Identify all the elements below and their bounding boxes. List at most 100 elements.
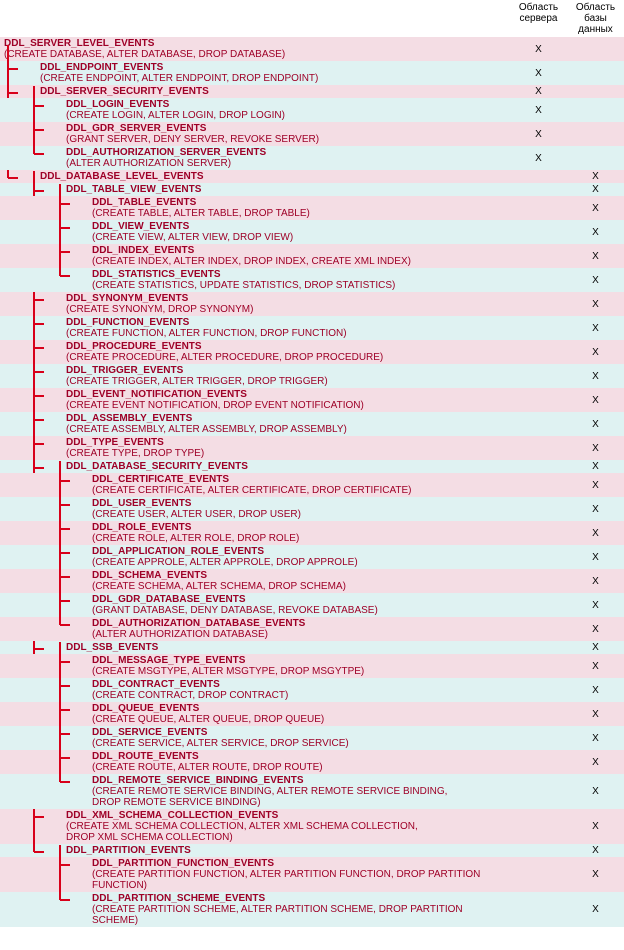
event-group-title: DDL_QUEUE_EVENTS <box>92 703 199 714</box>
event-group-title: DDL_APPLICATION_ROLE_EVENTS <box>92 546 264 557</box>
tree-connector-icon <box>0 292 64 316</box>
event-group-title: DDL_PARTITION_FUNCTION_EVENTS <box>92 858 274 869</box>
tree-connector-icon <box>0 316 64 340</box>
tree-cell: DDL_SYNONYM_EVENTS(CREATE SYNONYM, DROP … <box>0 292 510 316</box>
tree-row-schema: DDL_SCHEMA_EVENTS(CREATE SCHEMA, ALTER S… <box>0 569 624 593</box>
database-scope-mark <box>567 85 624 98</box>
database-scope-mark: X <box>567 844 624 857</box>
server-scope-mark: X <box>510 85 567 98</box>
tree-row-view: DDL_VIEW_EVENTS(CREATE VIEW, ALTER VIEW,… <box>0 220 624 244</box>
tree-row-procedure: DDL_PROCEDURE_EVENTS(CREATE PROCEDURE, A… <box>0 340 624 364</box>
tree-row-assembly: DDL_ASSEMBLY_EVENTS(CREATE ASSEMBLY, ALT… <box>0 412 624 436</box>
tree-connector-icon <box>0 85 38 98</box>
event-group-title: DDL_TABLE_VIEW_EVENTS <box>66 184 201 195</box>
tree-cell: DDL_INDEX_EVENTS(CREATE INDEX, ALTER IND… <box>0 244 510 268</box>
server-scope-mark <box>510 545 567 569</box>
tree-connector-icon <box>0 196 90 220</box>
tree-row-db-security: DDL_DATABASE_SECURITY_EVENTSX <box>0 460 624 473</box>
tree-connector-icon <box>0 37 38 61</box>
event-group-title: DDL_SCHEMA_EVENTS <box>92 570 207 581</box>
event-group-detail: (CREATE APPROLE, ALTER APPROLE, DROP APP… <box>92 557 510 568</box>
database-scope-mark: X <box>567 892 624 927</box>
tree-connector-icon <box>0 460 64 473</box>
event-group-title: DDL_LOGIN_EVENTS <box>66 99 169 110</box>
server-scope-mark <box>510 497 567 521</box>
tree-row-xml-schema: DDL_XML_SCHEMA_COLLECTION_EVENTS(CREATE … <box>0 809 624 844</box>
event-group-detail: (CREATE QUEUE, ALTER QUEUE, DROP QUEUE) <box>92 714 510 725</box>
server-scope-mark <box>510 809 567 844</box>
event-group-detail: (CREATE TYPE, DROP TYPE) <box>66 448 510 459</box>
server-scope-mark <box>510 521 567 545</box>
tree-cell: DDL_DATABASE_LEVEL_EVENTS <box>0 170 510 183</box>
tree-connector-icon <box>0 364 64 388</box>
tree-row-user: DDL_USER_EVENTS(CREATE USER, ALTER USER,… <box>0 497 624 521</box>
tree-cell: DDL_ASSEMBLY_EVENTS(CREATE ASSEMBLY, ALT… <box>0 412 510 436</box>
tree-connector-icon <box>0 641 64 654</box>
header-database-scope: Область базы данных <box>567 0 624 37</box>
server-scope-mark <box>510 569 567 593</box>
tree-connector-icon <box>0 750 90 774</box>
tree-cell: DDL_LOGIN_EVENTS(CREATE LOGIN, ALTER LOG… <box>0 98 510 122</box>
tree-row-partition-scheme: DDL_PARTITION_SCHEME_EVENTS(CREATE PARTI… <box>0 892 624 927</box>
event-group-detail: (CREATE ASSEMBLY, ALTER ASSEMBLY, DROP A… <box>66 424 510 435</box>
tree-connector-icon <box>0 857 90 892</box>
tree-row-login: DDL_LOGIN_EVENTS(CREATE LOGIN, ALTER LOG… <box>0 98 624 122</box>
event-group-title: DDL_ENDPOINT_EVENTS <box>40 62 163 73</box>
database-scope-mark: X <box>567 220 624 244</box>
tree-connector-icon <box>0 412 64 436</box>
database-scope-mark: X <box>567 316 624 340</box>
event-group-detail: (CREATE EVENT NOTIFICATION, DROP EVENT N… <box>66 400 510 411</box>
tree-connector-icon <box>0 220 90 244</box>
event-group-title: DDL_AUTHORIZATION_DATABASE_EVENTS <box>92 618 305 629</box>
tree-connector-icon <box>0 183 64 196</box>
event-group-title: DDL_STATISTICS_EVENTS <box>92 269 221 280</box>
database-scope-mark: X <box>567 545 624 569</box>
event-group-detail: (CREATE ROUTE, ALTER ROUTE, DROP ROUTE) <box>92 762 510 773</box>
tree-cell: DDL_SCHEMA_EVENTS(CREATE SCHEMA, ALTER S… <box>0 569 510 593</box>
event-group-detail: (CREATE USER, ALTER USER, DROP USER) <box>92 509 510 520</box>
database-scope-mark: X <box>567 268 624 292</box>
tree-row-index: DDL_INDEX_EVENTS(CREATE INDEX, ALTER IND… <box>0 244 624 268</box>
tree-row-server: DDL_SERVER_LEVEL_EVENTS(CREATE DATABASE,… <box>0 37 624 61</box>
tree-cell: DDL_TYPE_EVENTS(CREATE TYPE, DROP TYPE) <box>0 436 510 460</box>
event-group-detail: (CREATE PARTITION SCHEME, ALTER PARTITIO… <box>92 904 510 926</box>
event-group-title: DDL_TABLE_EVENTS <box>92 197 196 208</box>
server-scope-mark <box>510 774 567 809</box>
server-scope-mark <box>510 857 567 892</box>
event-group-title: DDL_FUNCTION_EVENTS <box>66 317 189 328</box>
event-group-title: DDL_TYPE_EVENTS <box>66 437 164 448</box>
server-scope-mark <box>510 364 567 388</box>
tree-cell: DDL_DATABASE_SECURITY_EVENTS <box>0 460 510 473</box>
event-group-detail: (CREATE TRIGGER, ALTER TRIGGER, DROP TRI… <box>66 376 510 387</box>
tree-cell: DDL_GDR_DATABASE_EVENTS(GRANT DATABASE, … <box>0 593 510 617</box>
tree-row-queue: DDL_QUEUE_EVENTS(CREATE QUEUE, ALTER QUE… <box>0 702 624 726</box>
tree-connector-icon <box>0 569 90 593</box>
event-group-detail: (ALTER AUTHORIZATION DATABASE) <box>92 629 510 640</box>
tree-row-certificate: DDL_CERTIFICATE_EVENTS(CREATE CERTIFICAT… <box>0 473 624 497</box>
event-group-detail: (CREATE CONTRACT, DROP CONTRACT) <box>92 690 510 701</box>
tree-connector-icon <box>0 268 90 292</box>
database-scope-mark: X <box>567 617 624 641</box>
event-group-detail: (CREATE XML SCHEMA COLLECTION, ALTER XML… <box>66 821 510 843</box>
tree-cell: DDL_TRIGGER_EVENTS(CREATE TRIGGER, ALTER… <box>0 364 510 388</box>
database-scope-mark: X <box>567 750 624 774</box>
tree-connector-icon <box>0 593 90 617</box>
event-group-title: DDL_VIEW_EVENTS <box>92 221 189 232</box>
tree-cell: DDL_PARTITION_EVENTS <box>0 844 510 857</box>
tree-row-synonym: DDL_SYNONYM_EVENTS(CREATE SYNONYM, DROP … <box>0 292 624 316</box>
event-group-title: DDL_EVENT_NOTIFICATION_EVENTS <box>66 389 247 400</box>
database-scope-mark: X <box>567 678 624 702</box>
tree-connector-icon <box>0 774 90 809</box>
tree-cell: DDL_FUNCTION_EVENTS(CREATE FUNCTION, ALT… <box>0 316 510 340</box>
database-scope-mark: X <box>567 388 624 412</box>
tree-cell: DDL_AUTHORIZATION_DATABASE_EVENTS(ALTER … <box>0 617 510 641</box>
tree-cell: DDL_REMOTE_SERVICE_BINDING_EVENTS(CREATE… <box>0 774 510 809</box>
event-group-title: DDL_ROLE_EVENTS <box>92 522 191 533</box>
tree-connector-icon <box>0 436 64 460</box>
event-group-title: DDL_ASSEMBLY_EVENTS <box>66 413 192 424</box>
server-scope-mark <box>510 244 567 268</box>
tree-row-trigger: DDL_TRIGGER_EVENTS(CREATE TRIGGER, ALTER… <box>0 364 624 388</box>
database-scope-mark <box>567 37 624 61</box>
tree-row-rsb: DDL_REMOTE_SERVICE_BINDING_EVENTS(CREATE… <box>0 774 624 809</box>
server-scope-mark <box>510 388 567 412</box>
